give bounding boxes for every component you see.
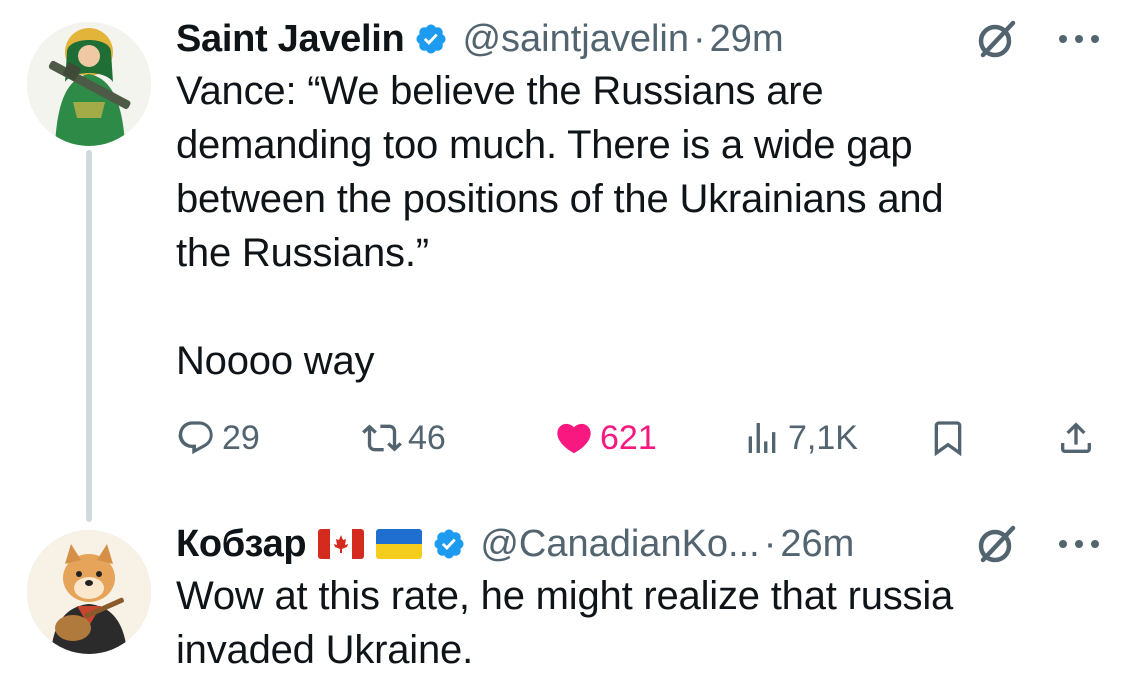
tweet-saint-javelin[interactable]: Saint Javelin @saintjavelin · 29m Vance:… bbox=[176, 14, 1103, 388]
share-button[interactable] bbox=[1056, 410, 1096, 466]
tweet-action-bar: 29 46 621 7,1K bbox=[176, 410, 1100, 466]
timestamp[interactable]: 26m bbox=[780, 519, 854, 569]
bookmark-icon bbox=[928, 418, 968, 458]
canada-flag-icon bbox=[318, 529, 365, 559]
grok-icon[interactable] bbox=[973, 520, 1021, 568]
bookmark-button[interactable] bbox=[928, 410, 968, 466]
tweet-text: Vance: “We believe the Russians are dema… bbox=[176, 69, 944, 383]
kobzar-dog-avatar[interactable] bbox=[27, 530, 151, 654]
tweet-kobzar[interactable]: Кобзар @CanadianKo... · 26m Wow at this … bbox=[176, 519, 1103, 677]
tweet-header: Кобзар @CanadianKo... · 26m bbox=[176, 519, 1103, 569]
saint-javelin-avatar[interactable] bbox=[27, 22, 151, 146]
reply-icon bbox=[176, 418, 216, 458]
timestamp[interactable]: 29m bbox=[710, 14, 784, 64]
verified-badge-icon bbox=[432, 527, 466, 561]
tweet-text: Wow at this rate, he might realize that … bbox=[176, 574, 954, 672]
grok-icon[interactable] bbox=[973, 15, 1021, 63]
separator-dot: · bbox=[763, 523, 777, 565]
reply-button[interactable]: 29 bbox=[176, 410, 260, 466]
share-icon bbox=[1056, 418, 1096, 458]
like-count: 621 bbox=[600, 418, 657, 457]
repost-icon bbox=[362, 418, 402, 458]
views-chart-icon bbox=[742, 418, 782, 458]
repost-count: 46 bbox=[408, 418, 446, 457]
heart-filled-icon bbox=[554, 418, 594, 458]
verified-badge-icon bbox=[414, 22, 448, 56]
thread-connector-line bbox=[86, 150, 92, 522]
more-options-icon[interactable] bbox=[1055, 534, 1103, 554]
repost-button[interactable]: 46 bbox=[362, 410, 446, 466]
views-count: 7,1K bbox=[788, 418, 858, 457]
tweet-header: Saint Javelin @saintjavelin · 29m bbox=[176, 14, 1103, 64]
reply-count: 29 bbox=[222, 418, 260, 457]
ukraine-flag-icon bbox=[376, 529, 423, 559]
more-options-icon[interactable] bbox=[1055, 29, 1103, 49]
author-handle[interactable]: @CanadianKo... bbox=[480, 519, 759, 569]
author-name[interactable]: Кобзар bbox=[176, 519, 307, 569]
separator-dot: · bbox=[693, 18, 706, 60]
like-button[interactable]: 621 bbox=[554, 410, 657, 466]
views-button[interactable]: 7,1K bbox=[742, 410, 858, 466]
author-name[interactable]: Saint Javelin bbox=[176, 14, 405, 64]
author-handle[interactable]: @saintjavelin bbox=[462, 14, 689, 64]
